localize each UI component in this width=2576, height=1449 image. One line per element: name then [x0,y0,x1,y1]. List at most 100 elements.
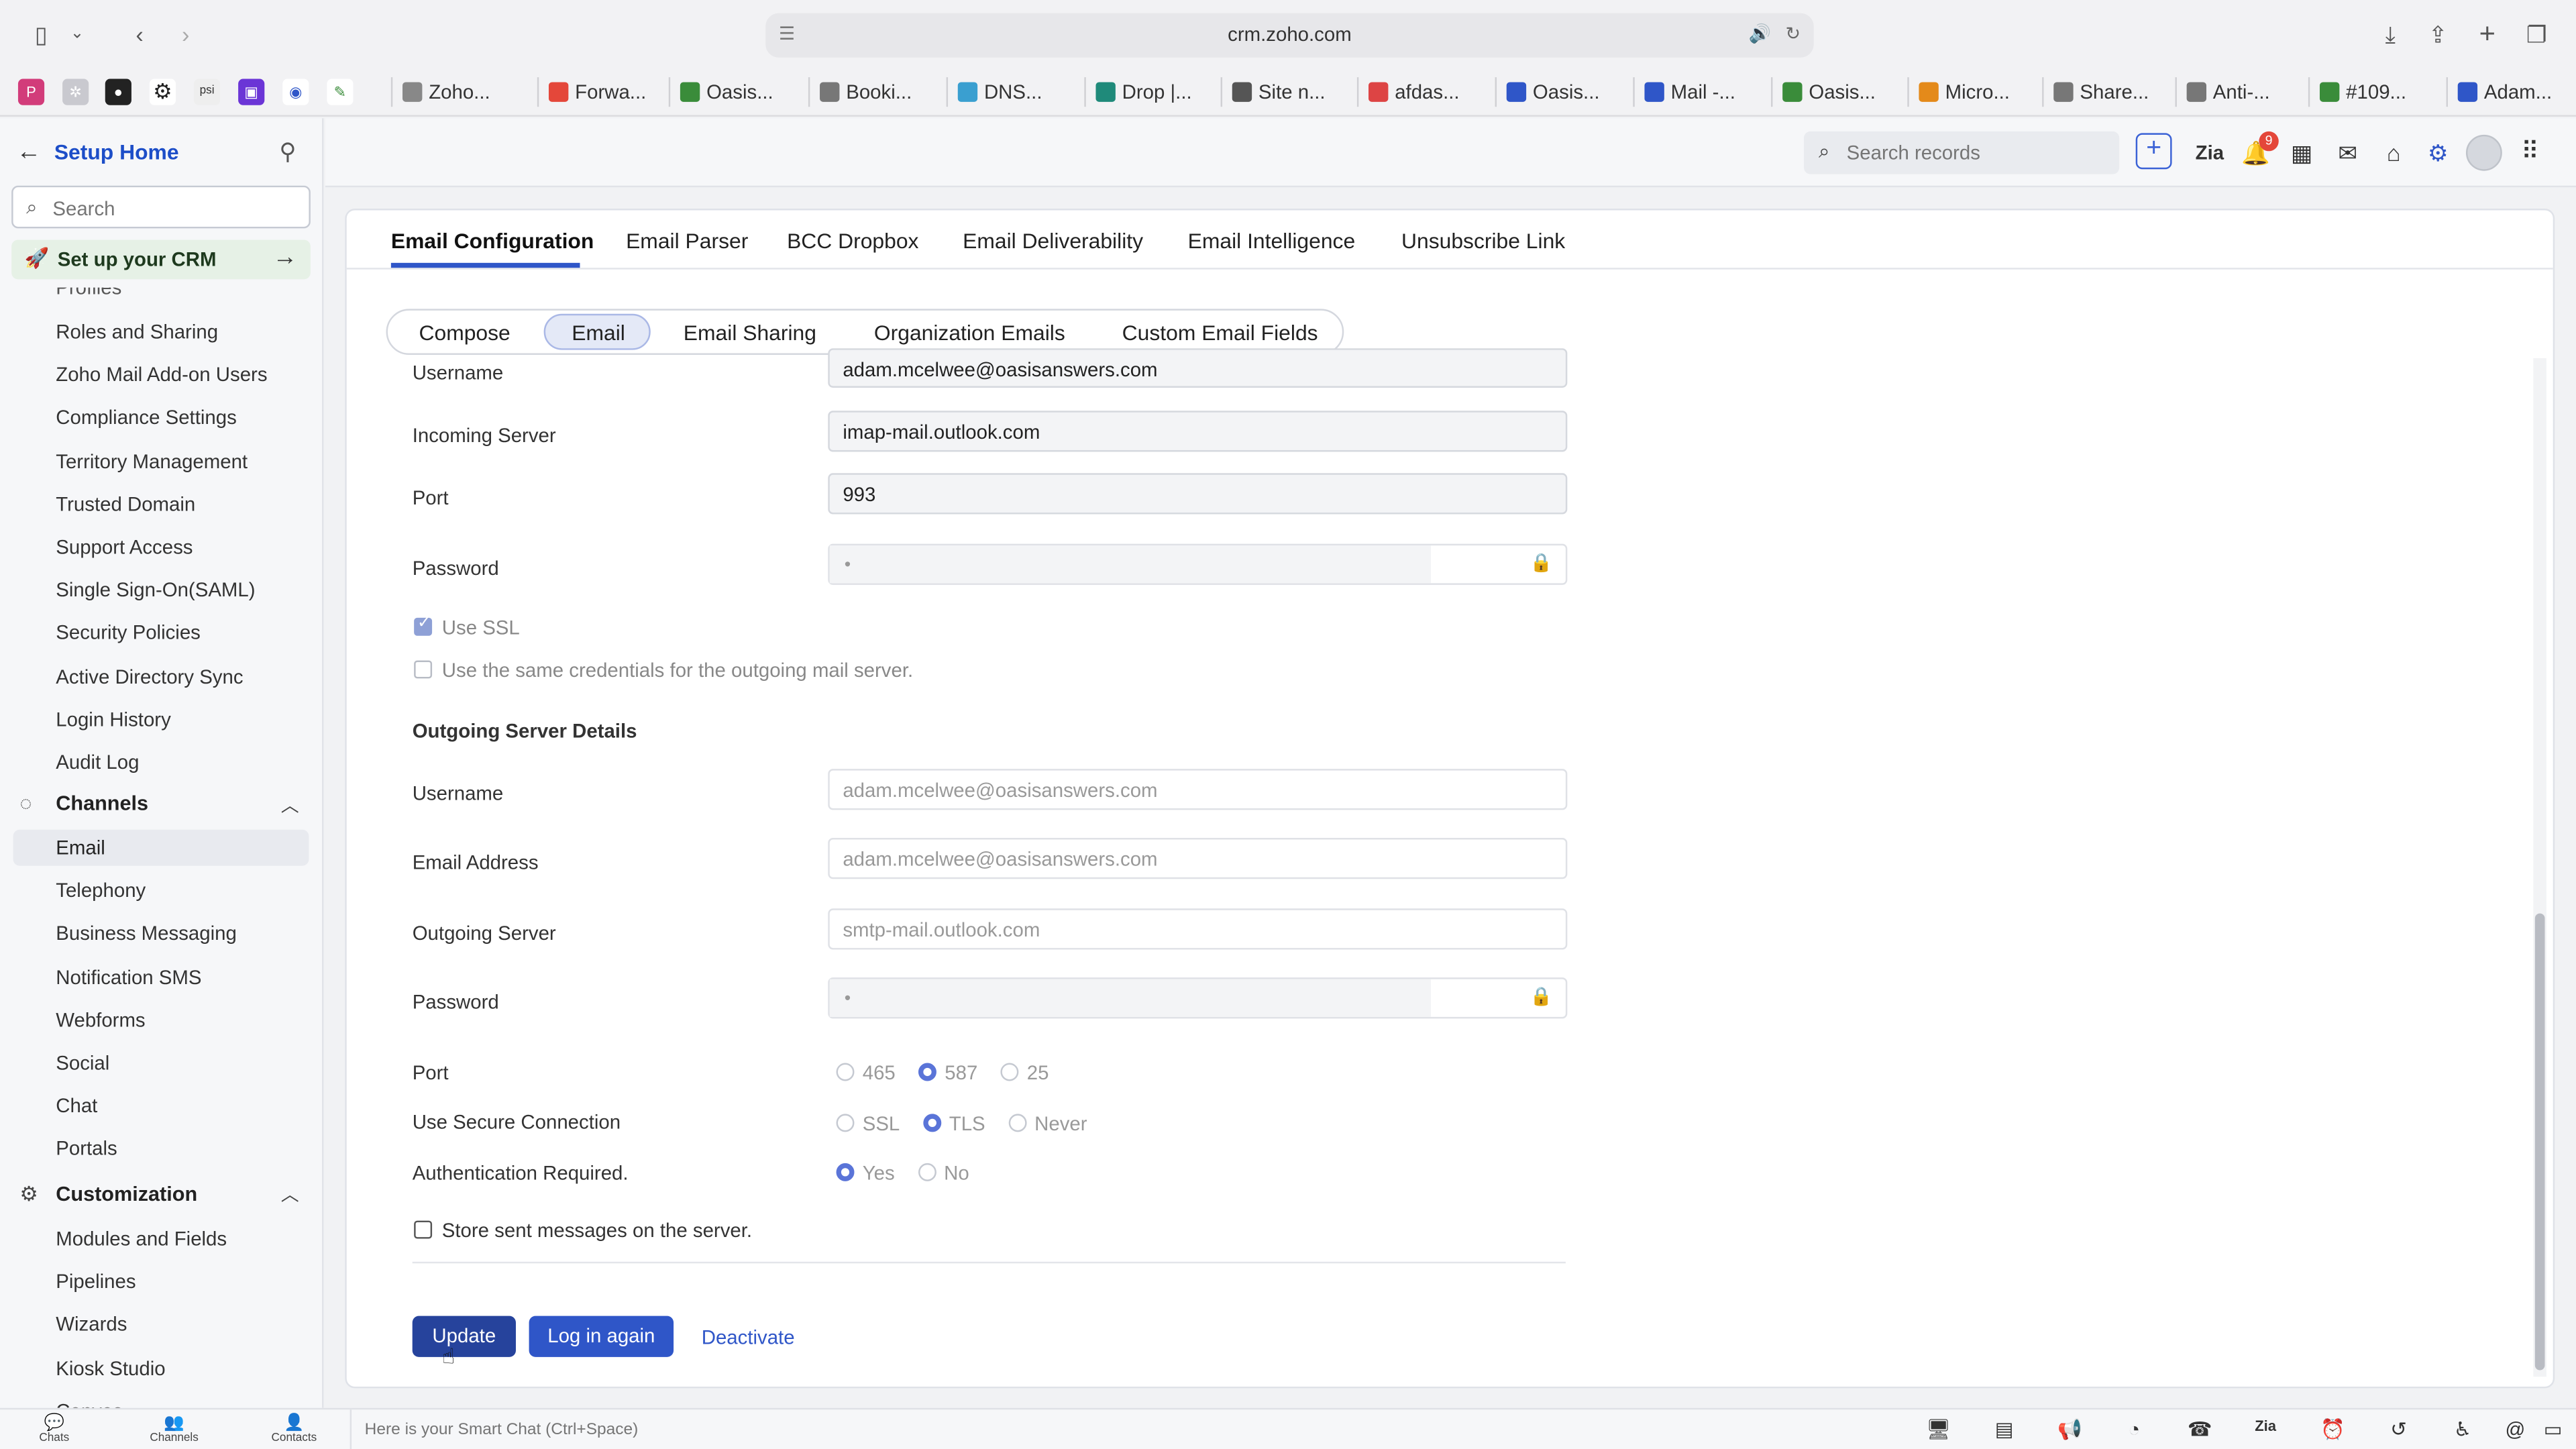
bookmark-item[interactable]: Anti-... [2175,77,2270,107]
forward-icon[interactable]: › [171,19,201,49]
new-tab-icon[interactable]: + [2473,19,2502,49]
pinned-tab-icon[interactable]: ◉ [282,78,309,105]
incoming-port-input[interactable] [843,481,1533,508]
audio-icon[interactable]: 🔊 [1748,23,1771,44]
sidebar-item[interactable]: Canvas [56,1399,123,1408]
contacts-button[interactable]: 👤 Contacts [253,1415,335,1444]
radio-option[interactable]: SSL [836,1112,900,1135]
sidebar-item[interactable]: Compliance Settings [56,407,237,429]
pinned-tab-icon[interactable]: P [17,78,45,105]
incoming-server-field[interactable] [828,411,1568,452]
tab-email-parser[interactable]: Email Parser [626,228,748,253]
notes-icon[interactable]: ▭ [2538,1417,2568,1440]
sidebar-item[interactable]: Trusted Domain [56,492,195,515]
marketplace-icon[interactable]: ⌂ [2377,136,2410,169]
subtab-compose[interactable]: Compose [419,321,510,345]
zia-icon[interactable]: Zia [2251,1417,2280,1434]
radio-option[interactable]: 25 [1000,1061,1049,1084]
incoming-username-field[interactable] [828,348,1568,388]
screen-icon[interactable]: 🖥 [1924,1417,1953,1440]
sidebar-item-profiles[interactable]: Profiles [56,288,121,299]
radio-button[interactable] [1008,1114,1026,1132]
tab-bcc-dropbox[interactable]: BCC Dropbox [787,228,918,253]
address-bar[interactable]: ☰ crm.zoho.com 🔊 ↻ [765,13,1814,58]
pinned-tab-icon[interactable]: psi [193,78,221,105]
alarm-icon[interactable]: ⏰ [2318,1417,2348,1440]
bookmark-item[interactable]: Micro... [1907,77,2010,107]
smart-chat-input[interactable] [364,1417,1351,1443]
sidebar-item[interactable]: Audit Log [56,751,139,773]
subtab-email-sharing[interactable]: Email Sharing [684,321,816,345]
incoming-password-field[interactable]: • 🔒 [828,543,1568,585]
outgoing-username-field[interactable] [828,769,1568,810]
outgoing-server-input[interactable] [843,916,1533,943]
use-ssl-checkbox[interactable]: Use SSL [414,614,520,639]
subtab-organization-emails[interactable]: Organization Emails [874,321,1065,345]
apps-grid-icon[interactable]: ⠿ [2514,136,2546,169]
sidebar-item-portals[interactable]: Portals [56,1138,117,1161]
bookmark-item[interactable]: Mail -... [1633,77,1735,107]
setup-home-link[interactable]: ← Setup Home [16,138,178,166]
bookmark-item[interactable]: #109... [2308,77,2406,107]
gear-icon[interactable]: ⚙ [2422,136,2455,169]
back-arrow-icon[interactable]: ← [16,138,41,166]
bookmark-item[interactable]: Adam... [2446,77,2552,107]
radio-button[interactable] [1000,1063,1019,1081]
pinned-tab-icon[interactable]: ✲ [62,78,89,105]
sidebar-item[interactable]: Territory Management [56,449,248,472]
accessibility-icon[interactable]: ♿ [2448,1417,2477,1440]
radio-option[interactable]: Never [1008,1112,1087,1135]
store-sent-checkbox[interactable]: Store sent messages on the server. [414,1219,752,1242]
sidebar-search-input[interactable] [52,193,299,222]
bookmark-item[interactable]: Forwa... [537,77,646,107]
sidebar-item[interactable]: Security Policies [56,622,201,645]
bookmark-item[interactable]: afdas... [1356,77,1460,107]
radio-button[interactable] [917,1163,936,1181]
calendar-icon[interactable]: ▦ [2286,136,2318,169]
sidebar-item-webforms[interactable]: Webforms [56,1008,145,1031]
sidebar-item-notification-sms[interactable]: Notification SMS [56,965,201,988]
radio-button[interactable] [836,1114,855,1132]
sidebar-item[interactable]: Active Directory Sync [56,665,243,688]
chats-button[interactable]: 💬 Chats [13,1415,95,1444]
deactivate-link[interactable]: Deactivate [702,1326,795,1348]
sidebar-item[interactable]: Wizards [56,1313,127,1336]
sidebar-item[interactable]: Modules and Fields [56,1227,227,1250]
sidebar-item[interactable]: Zoho Mail Add-on Users [56,364,267,386]
record-search[interactable]: ⌕ [1804,131,2120,174]
login-again-button[interactable]: Log in again [529,1316,674,1357]
radio-button[interactable] [836,1063,855,1081]
radio-option[interactable]: 587 [918,1061,977,1084]
bookmark-item[interactable]: Share... [2042,77,2149,107]
sidebar-item-chat[interactable]: Chat [56,1094,97,1117]
checkbox-unchecked[interactable] [414,660,433,679]
record-search-input[interactable] [1846,140,2110,166]
chevron-down-icon[interactable]: ⌄ [62,19,92,49]
sidebar-item[interactable]: Roles and Sharing [56,321,218,343]
downloads-icon[interactable]: ⤓ [2375,19,2405,49]
mail-icon[interactable]: ✉ [2331,136,2364,169]
radio-option[interactable]: 465 [836,1061,896,1084]
outgoing-email-input[interactable] [843,846,1533,873]
pinned-tab-icon[interactable]: ▣ [238,78,265,105]
sidebar-item[interactable]: Single Sign-On(SAML) [56,579,255,602]
analytics-icon[interactable]: ◔ [2119,1417,2149,1440]
incoming-port-field[interactable] [828,473,1568,515]
pinned-tab-icon[interactable]: ✎ [327,78,354,105]
megaphone-icon[interactable]: 📢 [2055,1417,2085,1440]
sidebar-toggle-icon[interactable]: ▯ [26,19,56,49]
bookmark-item[interactable]: Booki... [808,77,912,107]
sidebar-item-email[interactable]: Email [13,829,309,866]
bookmark-item[interactable]: Zoho... [390,77,490,107]
chevron-up-icon[interactable]: ︿ [281,792,299,818]
pinned-tab-icon[interactable]: ⚙ [149,78,176,105]
lock-icon[interactable]: 🔒 [1530,985,1553,1007]
subtab-custom-email-fields[interactable]: Custom Email Fields [1122,321,1318,345]
checkbox-checked[interactable] [414,614,433,636]
avatar[interactable] [2465,134,2502,171]
sidebar-item[interactable]: Login History [56,708,171,731]
radio-option[interactable]: No [917,1161,969,1185]
sidebar-item[interactable]: Kiosk Studio [56,1356,165,1379]
radio-button[interactable] [918,1063,937,1081]
chevron-up-icon[interactable]: ︿ [281,1181,299,1208]
